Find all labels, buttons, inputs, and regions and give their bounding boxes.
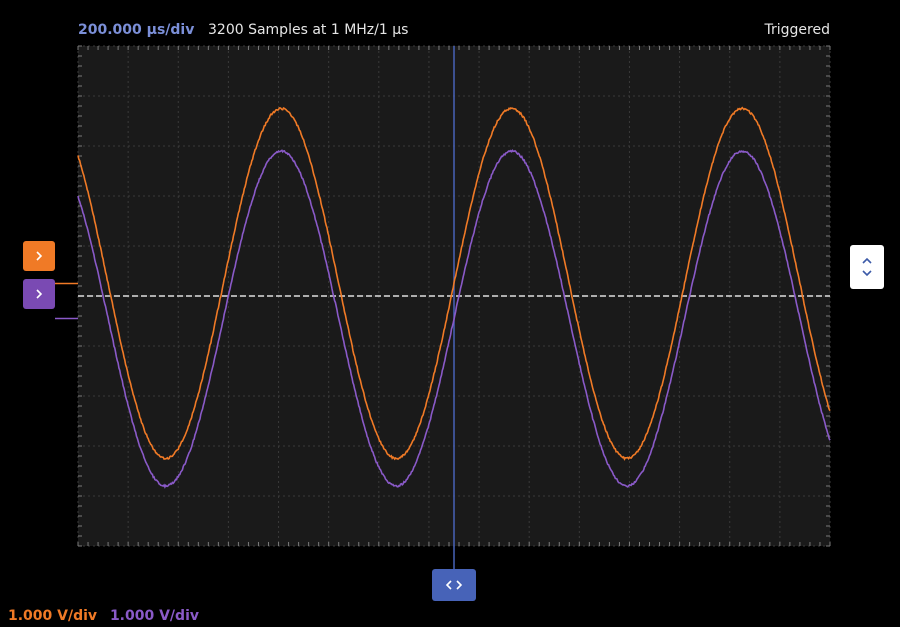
oscilloscope-display [0, 0, 900, 627]
trigger-level-button[interactable] [850, 245, 884, 289]
channel-scale-bar: 1.000 V/div 1.000 V/div [8, 608, 199, 624]
chevron-right-icon [33, 250, 45, 262]
chevron-right-icon [33, 288, 45, 300]
time-offset-button[interactable] [432, 569, 476, 601]
chevron-up-down-icon [860, 253, 874, 281]
ch2-scale-label[interactable]: 1.000 V/div [110, 608, 199, 624]
ch1-scale-label[interactable]: 1.000 V/div [8, 608, 97, 624]
ch1-offset-button[interactable] [23, 241, 55, 271]
ch2-offset-button[interactable] [23, 279, 55, 309]
chevron-left-right-icon [442, 578, 466, 592]
